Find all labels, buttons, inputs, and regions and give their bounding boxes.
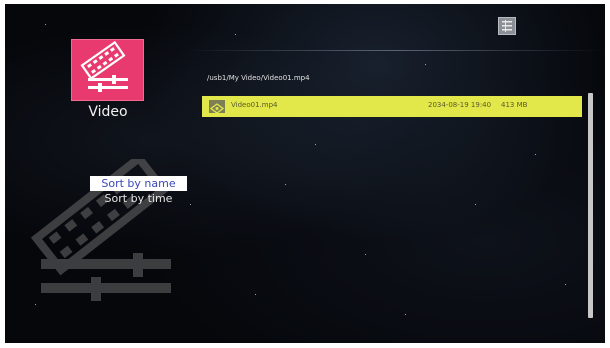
header-divider	[185, 50, 605, 51]
file-date: 2034-08-19 19:40	[428, 101, 492, 109]
file-row[interactable]: Video01.mp4 2034-08-19 19:40 413 MB	[202, 96, 582, 117]
star	[315, 144, 316, 145]
video-file-icon	[209, 100, 225, 114]
star	[365, 254, 366, 255]
star	[285, 184, 286, 185]
sort-menu: Sort by name Sort by time	[90, 176, 187, 206]
current-path: /usb1/My Video/Video01.mp4	[207, 74, 310, 82]
star	[405, 314, 406, 315]
video-app-tile	[71, 39, 144, 101]
sort-by-name-option[interactable]: Sort by name	[90, 176, 187, 191]
file-name: Video01.mp4	[231, 101, 278, 109]
star	[475, 204, 476, 205]
media-player-screen: Video Sort by name Sort by time /usb1/My…	[5, 4, 605, 343]
sort-by-time-option[interactable]: Sort by time	[90, 191, 187, 206]
film-editing-icon	[80, 40, 128, 92]
star	[235, 34, 236, 35]
star	[425, 64, 426, 65]
app-title: Video	[88, 104, 128, 120]
file-list-scrollbar[interactable]	[588, 93, 593, 318]
file-size: 413 MB	[501, 101, 528, 109]
star	[190, 204, 191, 205]
star	[255, 294, 256, 295]
star	[565, 284, 566, 285]
star	[535, 154, 536, 155]
list-view-icon[interactable]	[498, 17, 516, 35]
star	[45, 24, 46, 25]
